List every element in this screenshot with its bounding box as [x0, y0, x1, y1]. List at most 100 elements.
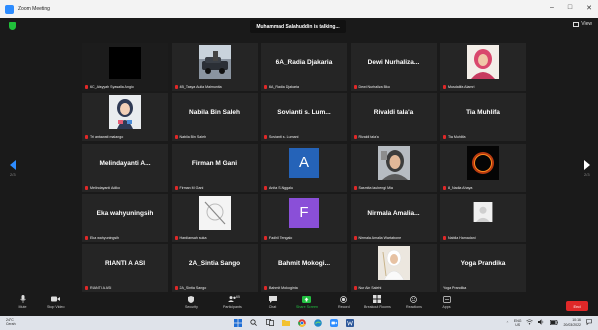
participant-name-label: Yoga Prandika	[443, 286, 466, 290]
breakout-rooms-button[interactable]: Breakout Rooms	[364, 295, 391, 309]
tray-chevron-icon[interactable]: ⌃	[506, 321, 509, 325]
security-shield-icon[interactable]	[9, 22, 16, 30]
minimize-button[interactable]: –	[550, 4, 554, 12]
participant-tile[interactable]: Nur Ain Salehi	[350, 244, 437, 292]
task-view-icon[interactable]	[265, 318, 274, 327]
participant-tile[interactable]: 2A_Sintia Sango 2A_Sintia Sango	[171, 244, 258, 292]
participant-display-name: Firman M Gani	[191, 159, 238, 167]
participant-tile[interactable]: Sasmita laubengi Mia	[350, 143, 437, 192]
muted-mic-icon	[85, 235, 88, 240]
participant-tile[interactable]: Bahmit Mokogi... Bahmit Mokoginta	[261, 244, 347, 292]
participant-tile[interactable]: Yoga Prandika Yoga Prandika	[440, 244, 526, 292]
participant-tile[interactable]: Musdalifa Alamri	[440, 43, 526, 91]
view-button[interactable]: View	[573, 21, 592, 27]
participant-tile[interactable]: Sovianti s. Lum... Sovianti s. Lumani	[261, 93, 347, 142]
weather-widget[interactable]: 24°C Cerah	[6, 318, 16, 326]
clock-date: 20/03/2022	[563, 322, 581, 327]
muted-mic-icon	[85, 85, 88, 89]
participant-tile[interactable]: Melindayanti A... Melindayanti Adiko	[82, 143, 168, 192]
participant-tile[interactable]: Dewi Nurhaliza... Dewi Nurhaliza Bko	[350, 43, 437, 91]
participant-tile[interactable]: 4B_Tasya Aulia Maimunita	[171, 43, 258, 91]
volume-icon[interactable]	[538, 319, 545, 326]
participant-tile[interactable]: A Anita S.Nggalu	[261, 143, 347, 192]
weather-desc: Cerah	[6, 322, 16, 326]
participant-display-name: Dewi Nurhaliza...	[367, 59, 420, 66]
wifi-icon[interactable]	[526, 319, 534, 326]
participant-name-label: Nabila Bin Saleh	[174, 135, 206, 140]
participant-name-label: 8_Nadia Ahaya	[443, 185, 472, 190]
muted-mic-icon	[353, 286, 357, 290]
muted-mic-icon	[443, 235, 446, 240]
keyboard-language[interactable]: ENG US	[514, 319, 522, 327]
apps-button[interactable]: Apps	[442, 295, 451, 309]
clock[interactable]: 10:16 20/03/2022	[563, 318, 581, 327]
security-button[interactable]: Security	[185, 295, 198, 309]
record-button[interactable]: Record	[338, 295, 350, 309]
chat-button[interactable]: Chat	[268, 295, 277, 309]
file-explorer-icon[interactable]	[281, 318, 290, 327]
muted-mic-icon	[85, 185, 88, 190]
zoom-taskbar-icon[interactable]	[329, 318, 338, 327]
mute-button[interactable]: Mute	[18, 295, 27, 309]
stop-video-button[interactable]: Stop Video	[47, 295, 65, 309]
participant-name-label: 4B_Tasya Aulia Maimunita	[174, 85, 222, 89]
close-button[interactable]: ✕	[586, 4, 592, 12]
participant-tile[interactable]: Rivaldi tala'a Rivaldi tala'a	[350, 93, 437, 142]
view-label: View	[581, 21, 592, 27]
participant-name-label: RIANTI A ASI	[85, 286, 111, 290]
reactions-smiley-icon	[409, 295, 418, 303]
share-screen-button[interactable]: Share Screen	[296, 295, 318, 309]
participant-name-label: 2A_Sintia Sango	[174, 286, 207, 290]
participant-tile[interactable]: 8_Nadia Ahaya	[440, 143, 526, 192]
edge-icon[interactable]	[313, 318, 322, 327]
windows-start-icon[interactable]	[233, 318, 242, 327]
next-page-button[interactable]: 2/3	[584, 160, 590, 177]
participant-tile[interactable]: RIANTI A ASI RIANTI A ASI	[82, 244, 168, 292]
participant-tile[interactable]: Nabila Bin Saleh Nabila Bin Saleh	[171, 93, 258, 142]
video-off-placeholder	[109, 47, 141, 79]
participant-name: Nabila Hamadani	[448, 235, 476, 240]
apps-icon	[442, 295, 451, 303]
taskbar-apps	[233, 318, 354, 327]
participant-display-name: 2A_Sintia Sango	[188, 260, 241, 267]
muted-mic-icon	[443, 185, 446, 190]
window-titlebar: Zoom Meeting – □ ✕	[0, 0, 598, 18]
reactions-button[interactable]: Reactions	[406, 295, 422, 309]
word-icon[interactable]	[345, 318, 354, 327]
search-icon[interactable]	[249, 318, 258, 327]
participant-name-label: Bahmit Mokoginta	[264, 286, 298, 290]
participant-name-label: Dewi Nurhaliza Bko	[353, 85, 390, 89]
prev-page-button[interactable]: 2/3	[10, 160, 16, 177]
participant-name: Dewi Nurhaliza Bko	[358, 85, 390, 89]
maximize-button[interactable]: □	[568, 4, 572, 12]
battery-icon[interactable]	[550, 319, 559, 326]
gallery-view-icon	[573, 21, 580, 27]
muted-mic-icon	[174, 235, 178, 240]
participant-name-label: 6A_Radia Djakaria	[264, 85, 299, 89]
end-meeting-button[interactable]: End	[566, 301, 588, 311]
participant-tile[interactable]: Tia Muhlifa Tia Muhlifa	[440, 93, 526, 142]
participant-name-label: Musdalifa Alamri	[443, 85, 474, 89]
participant-tile[interactable]: Hardiansah suka	[171, 193, 258, 242]
participant-name: Eka wahyuningsih	[90, 235, 119, 240]
participant-tile[interactable]: Firman M Gani Firman M Gani	[171, 143, 258, 192]
muted-mic-icon	[174, 286, 178, 290]
chrome-icon[interactable]	[297, 318, 306, 327]
participant-name: Nur Ain Salehi	[358, 286, 382, 290]
notification-icon[interactable]	[586, 319, 592, 326]
participant-tile[interactable]: F Fadhil Tengalo	[261, 193, 347, 242]
participant-tile[interactable]: Nirmala Amalia... Nirmala Amalia Wartabon…	[350, 193, 437, 242]
participant-name: 2A_Sintia Sango	[179, 286, 207, 290]
participant-display-name: Tia Muhlifa	[466, 109, 500, 117]
participant-display-name: Eka wahyuningsih	[96, 209, 154, 217]
participant-name-label: Nabila Hamadani	[443, 235, 476, 240]
muted-mic-icon	[353, 135, 357, 140]
page-indicator-left: 2/3	[10, 172, 16, 177]
participant-tile[interactable]: 6A_Radia Djakaria 6A_Radia Djakaria	[261, 43, 347, 91]
participant-tile[interactable]: 6C_Aisyyah Syasalla Angio	[82, 43, 168, 91]
participant-display-name: Rivaldi tala'a	[373, 109, 414, 117]
participant-tile[interactable]: Nabila Hamadani	[440, 193, 526, 242]
participant-name-label: Firman M Gani	[174, 185, 203, 190]
participant-tile[interactable]: Tri antawati malango	[82, 93, 168, 142]
participant-tile[interactable]: Eka wahyuningsih Eka wahyuningsih	[82, 193, 168, 242]
